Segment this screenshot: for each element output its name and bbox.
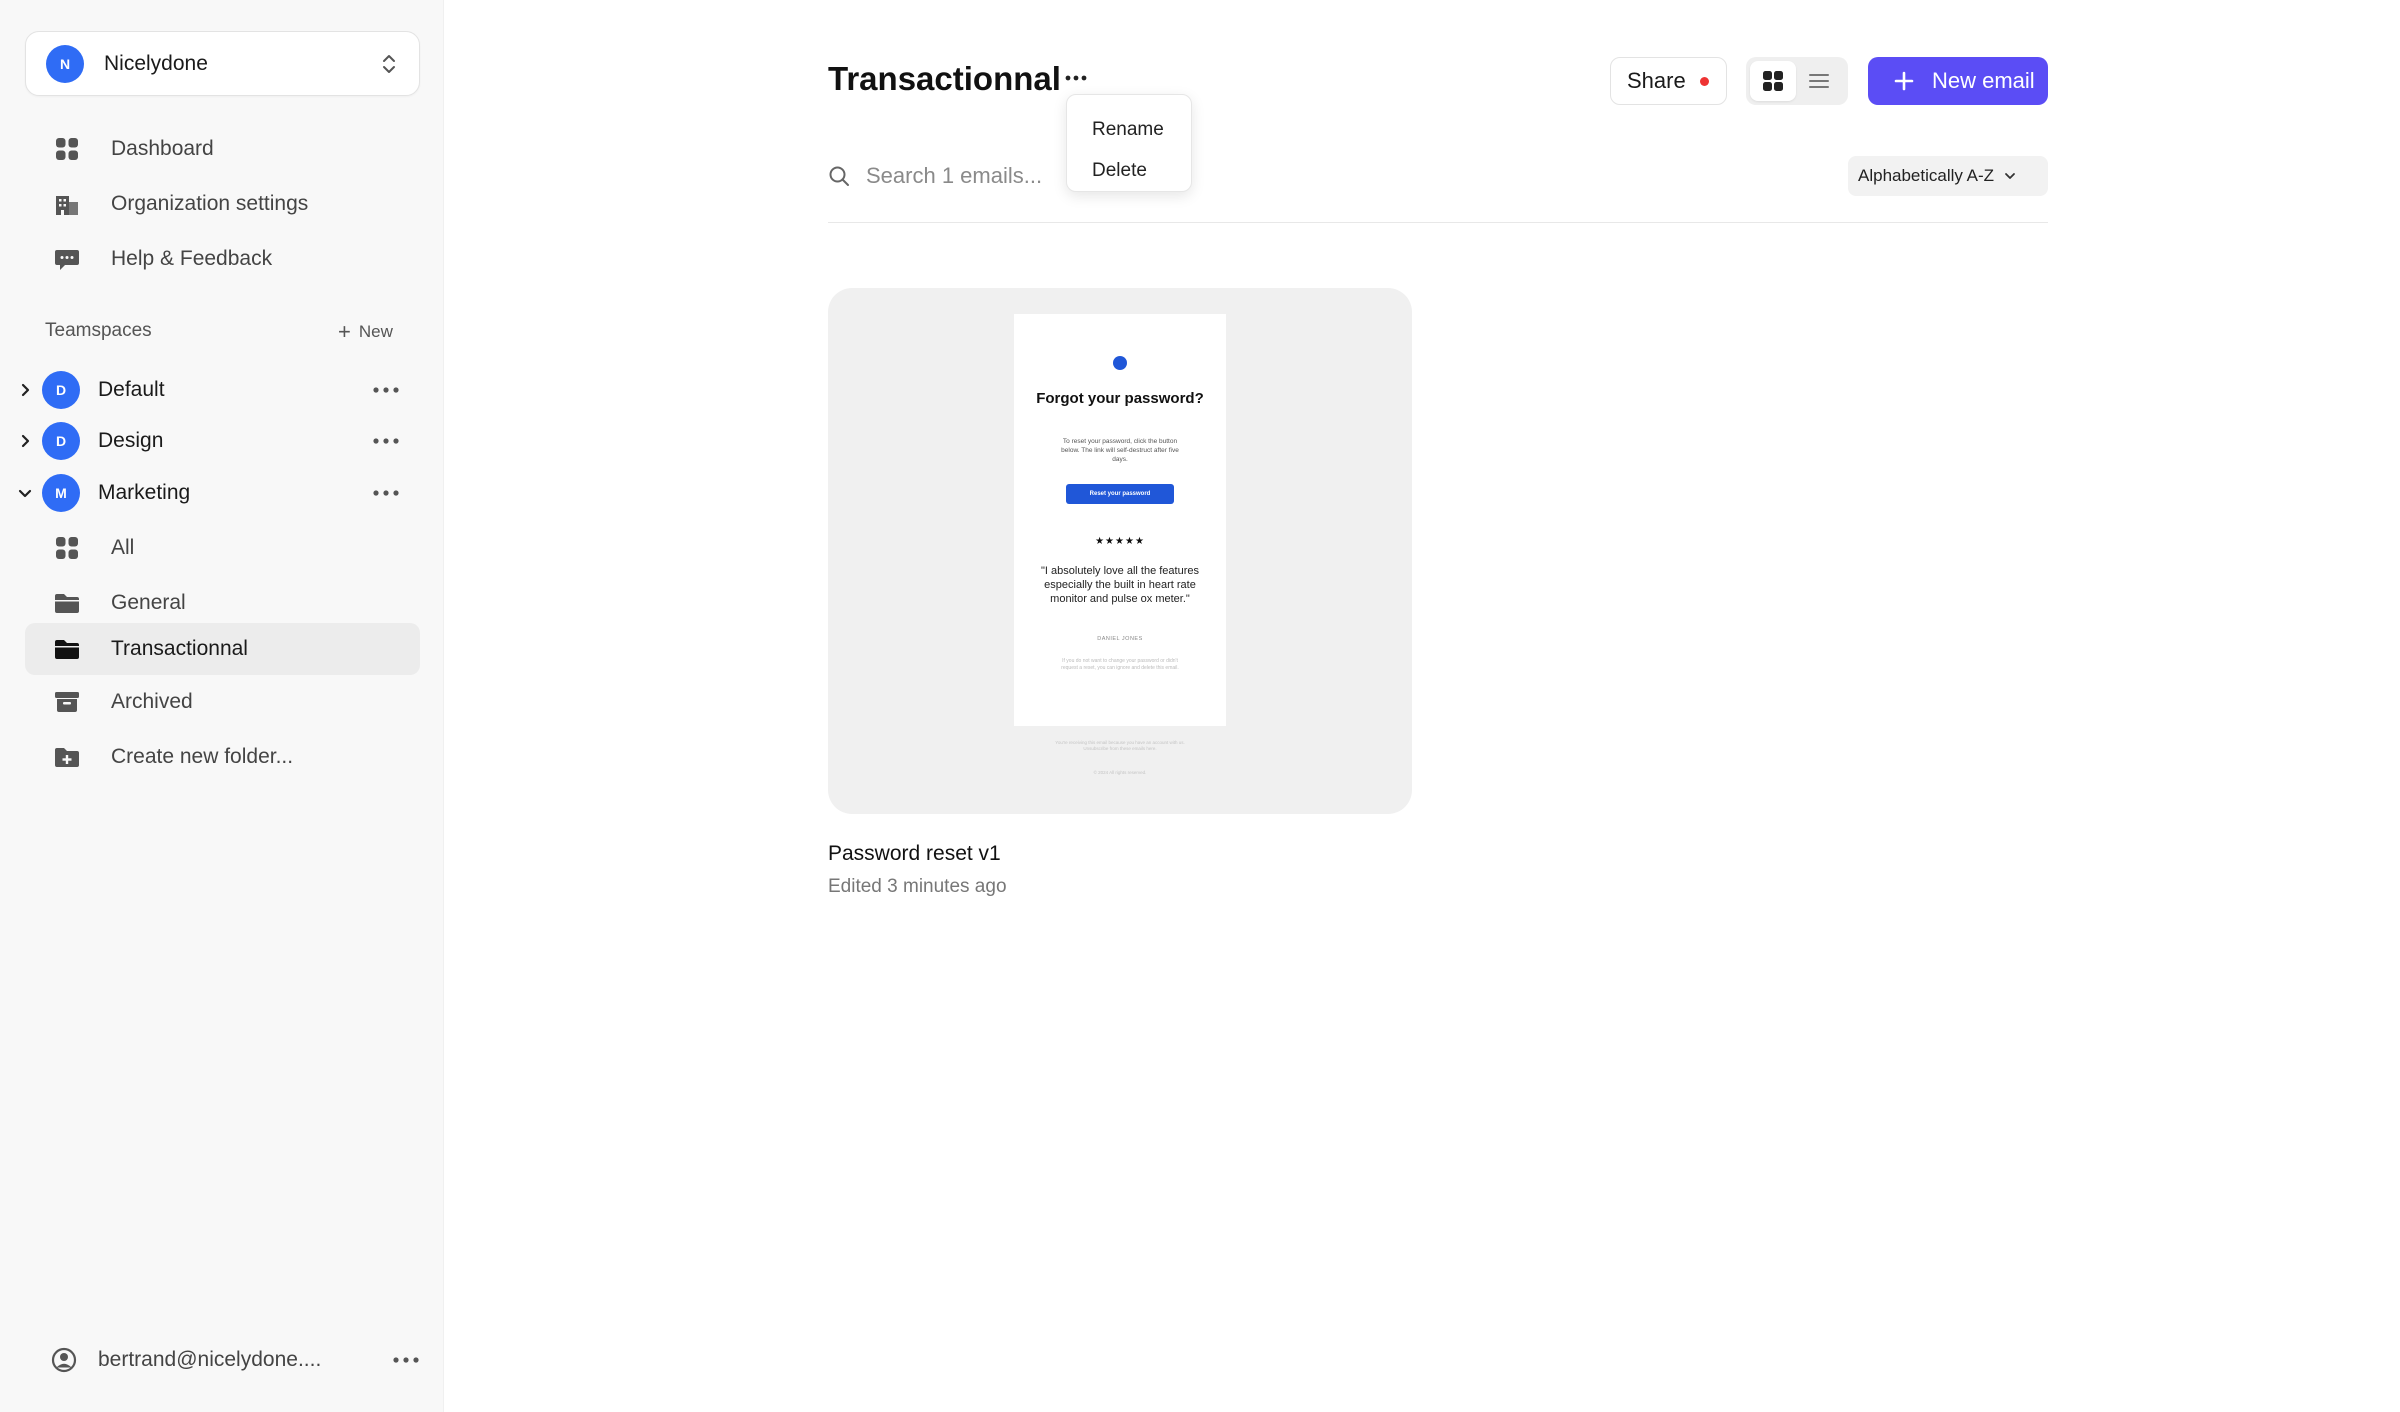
search-icon bbox=[829, 166, 849, 186]
more-options-icon[interactable] bbox=[372, 437, 400, 445]
chevron-right-icon[interactable] bbox=[18, 383, 32, 397]
user-circle-icon bbox=[51, 1347, 77, 1373]
preview-quote: "I absolutely love all the features espe… bbox=[1041, 565, 1199, 605]
sort-label: Alphabetically A-Z bbox=[1858, 166, 1995, 185]
more-options-icon[interactable] bbox=[372, 386, 400, 394]
email-preview: Forgot your password? To reset your pass… bbox=[1014, 314, 1226, 726]
nav-item-label: Dashboard bbox=[111, 137, 214, 160]
sort-dropdown[interactable]: Alphabetically A-Z bbox=[1848, 156, 2048, 196]
grid-icon bbox=[56, 537, 78, 559]
building-icon bbox=[56, 196, 78, 215]
workspace-switcher[interactable]: N Nicelydone bbox=[25, 31, 420, 96]
folder-open-icon bbox=[55, 640, 79, 659]
chevron-down-icon[interactable] bbox=[18, 486, 32, 500]
nav-item-label: Help & Feedback bbox=[111, 247, 273, 270]
nav-item-organization-settings[interactable]: Organization settings bbox=[25, 179, 420, 229]
teamspace-avatar: D bbox=[42, 422, 80, 460]
sidebar: N Nicelydone Dashboard Organization sett… bbox=[0, 0, 444, 1412]
notification-dot bbox=[1699, 76, 1709, 86]
teamspace-name: Design bbox=[98, 429, 164, 452]
new-email-label: New email bbox=[1932, 68, 2035, 93]
teamspace-design[interactable]: D Design bbox=[0, 419, 420, 463]
preview-button: Reset your password bbox=[1066, 484, 1174, 504]
teamspaces-label: Teamspaces bbox=[45, 320, 152, 341]
folder-icon bbox=[55, 594, 79, 613]
folder-label: Create new folder... bbox=[111, 745, 294, 768]
teamspace-name: Marketing bbox=[98, 481, 191, 504]
preview-stars: ★★★★★ bbox=[1095, 536, 1145, 547]
nav-item-label: Organization settings bbox=[111, 192, 309, 215]
chevron-down-icon bbox=[2005, 173, 2015, 179]
preview-footer: You're receiving this email because you … bbox=[1055, 740, 1185, 751]
user-account[interactable]: bertrand@nicelydone.... bbox=[50, 1342, 420, 1378]
view-toggle bbox=[1746, 57, 1848, 105]
workspace-name: Nicelydone bbox=[104, 51, 208, 75]
plus-icon bbox=[1894, 71, 1914, 91]
nav-item-dashboard[interactable]: Dashboard bbox=[25, 124, 420, 174]
user-email: bertrand@nicelydone.... bbox=[98, 1348, 322, 1371]
grid-view-button[interactable] bbox=[1750, 61, 1796, 101]
rename-menu-item[interactable]: Rename bbox=[1067, 109, 1191, 150]
dashboard-grid-icon bbox=[56, 138, 78, 160]
preview-fine-print: If you do not want to change your passwo… bbox=[1061, 658, 1179, 671]
more-options-icon[interactable] bbox=[392, 1356, 420, 1364]
archive-icon bbox=[55, 692, 79, 712]
chevron-right-icon[interactable] bbox=[18, 434, 32, 448]
list-view-icon bbox=[1809, 74, 1829, 88]
folder-plus-icon bbox=[55, 748, 79, 767]
chat-bubble-icon bbox=[55, 250, 79, 270]
grid-view-icon bbox=[1763, 71, 1783, 91]
new-email-button[interactable]: New email bbox=[1868, 57, 2048, 105]
teamspace-name: Default bbox=[98, 378, 165, 401]
teamspace-avatar: M bbox=[42, 474, 80, 512]
nav-item-help-feedback[interactable]: Help & Feedback bbox=[25, 234, 420, 284]
new-teamspace-button[interactable]: + New bbox=[338, 321, 393, 343]
teamspace-avatar: D bbox=[42, 371, 80, 409]
preview-heading: Forgot your password? bbox=[1036, 390, 1204, 407]
folder-label: Archived bbox=[111, 690, 193, 713]
chevron-up-down-icon bbox=[383, 54, 395, 73]
email-card[interactable]: Forgot your password? To reset your pass… bbox=[828, 288, 1412, 814]
workspace-avatar: N bbox=[46, 44, 84, 83]
share-button[interactable]: Share bbox=[1610, 57, 1727, 105]
folder-archived[interactable]: Archived bbox=[25, 677, 420, 727]
email-card-subtitle: Edited 3 minutes ago bbox=[828, 876, 1007, 897]
share-label: Share bbox=[1627, 68, 1686, 93]
folder-label: All bbox=[111, 536, 135, 559]
plus-icon: + bbox=[338, 319, 351, 344]
page-title: Transactionnal bbox=[828, 60, 1061, 97]
divider bbox=[828, 222, 2048, 223]
more-options-icon[interactable] bbox=[372, 489, 400, 497]
email-card-title[interactable]: Password reset v1 bbox=[828, 842, 1001, 866]
folder-all[interactable]: All bbox=[25, 523, 420, 573]
teamspace-default[interactable]: D Default bbox=[0, 368, 420, 412]
search-input[interactable] bbox=[866, 158, 1166, 194]
more-options-icon[interactable] bbox=[1064, 74, 1088, 82]
preview-body: To reset your password, click the button… bbox=[1061, 438, 1179, 463]
preview-footer-copyright: © 2024 All rights reserved. bbox=[1093, 770, 1147, 775]
teamspace-marketing[interactable]: M Marketing bbox=[0, 471, 420, 515]
folder-label: General bbox=[111, 591, 186, 614]
preview-author: DANIEL JONES bbox=[1097, 636, 1143, 642]
brand-logo-icon bbox=[1113, 356, 1127, 370]
list-view-button[interactable] bbox=[1796, 61, 1842, 101]
folder-label: Transactionnal bbox=[111, 637, 248, 660]
create-new-folder[interactable]: Create new folder... bbox=[25, 732, 420, 782]
folder-transactionnal[interactable]: Transactionnal bbox=[25, 623, 420, 675]
folder-general[interactable]: General bbox=[25, 578, 420, 628]
